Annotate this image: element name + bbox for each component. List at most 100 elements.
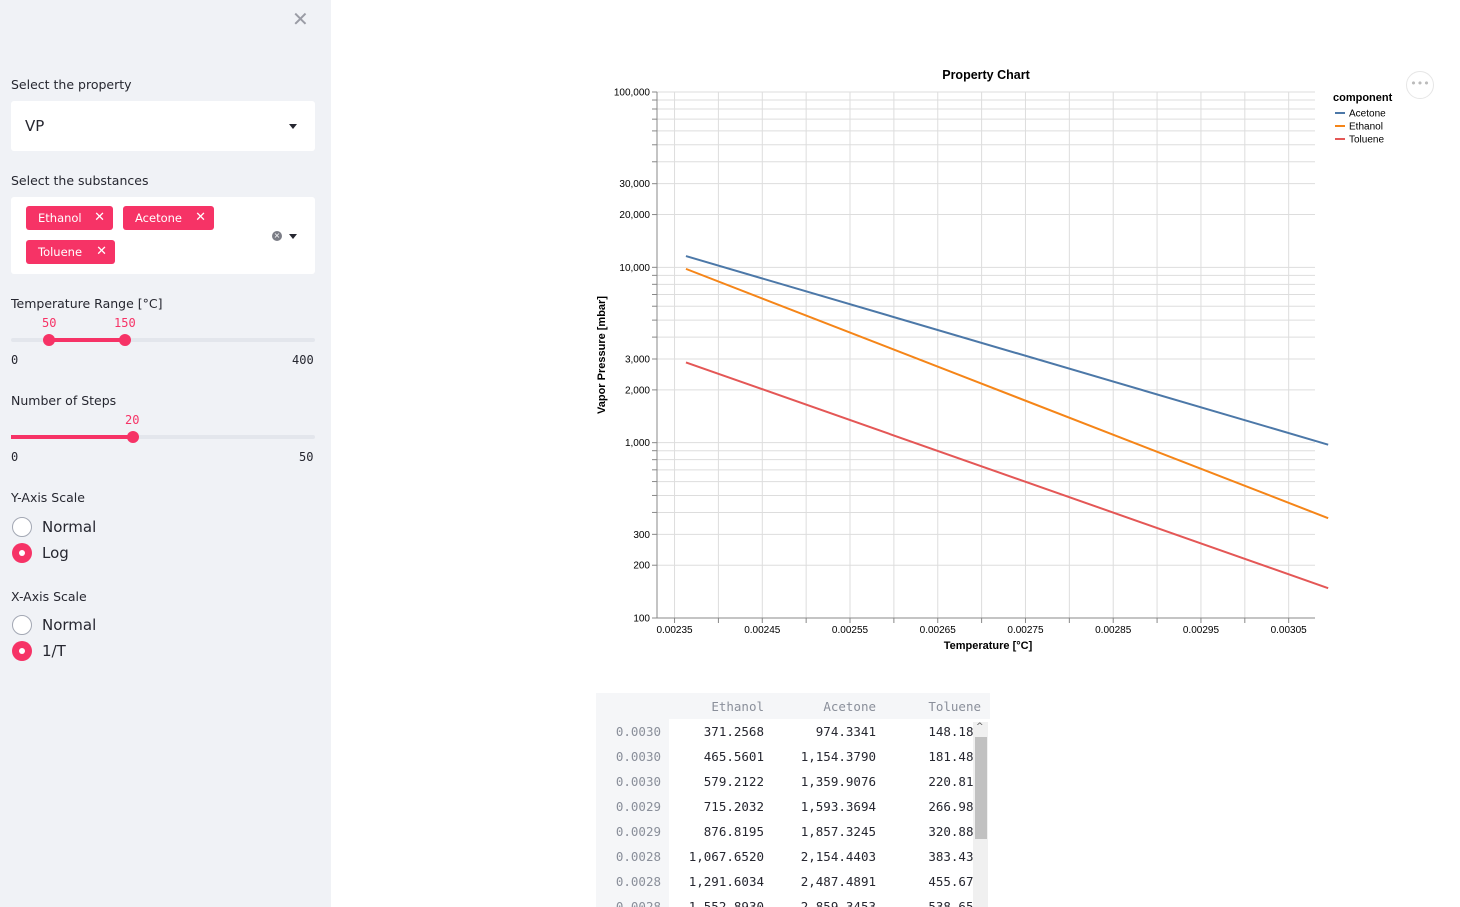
temp-high-handle[interactable] bbox=[119, 334, 131, 346]
legend-label-ethanol: Ethanol bbox=[1349, 122, 1383, 133]
xscale-normal-label[interactable]: Normal bbox=[42, 616, 96, 634]
substances-label: Select the substances bbox=[11, 173, 149, 188]
table-cell[interactable]: 715.2032 bbox=[664, 794, 764, 819]
row-index: 0.0030 bbox=[615, 749, 661, 764]
yscale-normal-radio[interactable] bbox=[12, 517, 32, 537]
y-tick-label: 300 bbox=[633, 530, 650, 541]
tag-ethanol: Ethanol ✕ bbox=[26, 206, 113, 230]
xscale-inv-label[interactable]: 1/T bbox=[42, 642, 66, 660]
column-header[interactable]: Acetone bbox=[766, 694, 876, 719]
temp-high-value: 150 bbox=[114, 316, 136, 330]
steps-value: 20 bbox=[125, 413, 140, 427]
y-tick-label: 100 bbox=[633, 614, 650, 625]
x-tick-label: 0.00275 bbox=[1007, 625, 1044, 636]
table-cell[interactable]: 2,487.4891 bbox=[766, 869, 876, 894]
temp-max: 400 bbox=[292, 353, 314, 367]
x-tick-label: 0.00265 bbox=[920, 625, 957, 636]
chart-legend: Acetone Ethanol Toluene bbox=[1335, 109, 1386, 146]
tag-label: Toluene bbox=[38, 245, 83, 259]
close-sidebar-icon[interactable]: ✕ bbox=[292, 9, 309, 29]
steps-label: Number of Steps bbox=[11, 393, 117, 408]
y-tick-label: 200 bbox=[633, 561, 650, 572]
tag-acetone: Acetone ✕ bbox=[123, 206, 214, 230]
legend-label-acetone: Acetone bbox=[1349, 109, 1386, 120]
row-index: 0.0028 bbox=[615, 874, 661, 889]
yscale-normal-label[interactable]: Normal bbox=[42, 518, 96, 536]
table-cell[interactable]: 220.817 bbox=[881, 769, 981, 794]
table-cell[interactable]: 320.882 bbox=[881, 819, 981, 844]
y-tick-label: 3,000 bbox=[625, 355, 650, 366]
table-cell[interactable]: 1,857.3245 bbox=[766, 819, 876, 844]
chart-title: Property Chart bbox=[942, 68, 1030, 82]
row-index: 0.0029 bbox=[615, 799, 661, 814]
table-cell[interactable]: 148.182 bbox=[881, 719, 981, 744]
y-tick-label: 30,000 bbox=[619, 179, 650, 190]
tag-toluene: Toluene ✕ bbox=[26, 240, 115, 264]
table-cell[interactable]: 2,859.3453 bbox=[766, 894, 876, 907]
y-tick-label: 20,000 bbox=[619, 210, 650, 221]
y-tick-label: 100,000 bbox=[614, 88, 651, 99]
legend-title: component bbox=[1333, 92, 1393, 104]
table-cell[interactable]: 465.5601 bbox=[664, 744, 764, 769]
substances-multiselect[interactable]: Ethanol ✕ Acetone ✕ Toluene ✕ bbox=[11, 197, 315, 274]
xscale-label: X-Axis Scale bbox=[11, 589, 87, 604]
x-tick-label: 0.00285 bbox=[1095, 625, 1132, 636]
chevron-down-icon bbox=[289, 124, 297, 129]
table-cell[interactable]: 1,291.6034 bbox=[664, 869, 764, 894]
x-tick-label: 0.00305 bbox=[1271, 625, 1308, 636]
row-index: 0.0029 bbox=[615, 824, 661, 839]
steps-handle[interactable] bbox=[127, 431, 139, 443]
scroll-up-icon[interactable]: ^ bbox=[976, 722, 984, 732]
series-line-toluene bbox=[685, 361, 1329, 590]
table-cell[interactable]: 1,154.3790 bbox=[766, 744, 876, 769]
table-cell[interactable]: 974.3341 bbox=[766, 719, 876, 744]
table-cell[interactable]: 876.8195 bbox=[664, 819, 764, 844]
x-tick-label: 0.00235 bbox=[656, 625, 693, 636]
table-cell[interactable]: 371.2568 bbox=[664, 719, 764, 744]
column-header[interactable]: Toluene bbox=[881, 694, 981, 719]
steps-max: 50 bbox=[299, 450, 314, 464]
temp-range-label: Temperature Range [°C] bbox=[11, 296, 163, 311]
row-index: 0.0030 bbox=[615, 724, 661, 739]
table-cell[interactable]: 579.2122 bbox=[664, 769, 764, 794]
remove-toluene-icon[interactable]: ✕ bbox=[96, 240, 107, 264]
x-axis-title: Temperature [°C] bbox=[944, 640, 1033, 652]
table-header: Ethanol Acetone Toluene bbox=[596, 693, 990, 719]
table-cell[interactable]: 1,359.9076 bbox=[766, 769, 876, 794]
chevron-down-icon[interactable] bbox=[289, 234, 297, 239]
table-cell[interactable]: 455.670 bbox=[881, 869, 981, 894]
table-cell[interactable]: 1,593.3694 bbox=[766, 794, 876, 819]
yscale-log-label[interactable]: Log bbox=[42, 544, 69, 562]
clear-all-icon[interactable]: × bbox=[272, 231, 282, 241]
yscale-label: Y-Axis Scale bbox=[11, 490, 85, 505]
table-cell[interactable]: 1,067.6520 bbox=[664, 844, 764, 869]
chart-menu-icon[interactable]: ••• bbox=[1406, 71, 1434, 99]
table-cell[interactable]: 266.989 bbox=[881, 794, 981, 819]
y-tick-label: 2,000 bbox=[625, 385, 650, 396]
steps-min: 0 bbox=[11, 450, 19, 464]
table-cell[interactable]: 383.438 bbox=[881, 844, 981, 869]
table-cell[interactable]: 181.485 bbox=[881, 744, 981, 769]
temp-min: 0 bbox=[11, 353, 19, 367]
remove-acetone-icon[interactable]: ✕ bbox=[195, 206, 206, 230]
table-scrollbar-thumb[interactable] bbox=[975, 737, 987, 839]
temp-low-handle[interactable] bbox=[43, 334, 55, 346]
y-tick-label: 1,000 bbox=[625, 438, 650, 449]
column-header[interactable]: Ethanol bbox=[664, 694, 764, 719]
table-cell[interactable]: 1,552.8930 bbox=[664, 894, 764, 907]
remove-ethanol-icon[interactable]: ✕ bbox=[94, 206, 105, 230]
row-index: 0.0030 bbox=[615, 774, 661, 789]
x-tick-label: 0.00255 bbox=[832, 625, 869, 636]
table-cell[interactable]: 2,154.4403 bbox=[766, 844, 876, 869]
yscale-log-radio[interactable] bbox=[12, 543, 32, 563]
xscale-inv-radio[interactable] bbox=[12, 641, 32, 661]
data-table[interactable]: Ethanol Acetone Toluene 0.0030 371.2568 974.… bbox=[596, 693, 990, 907]
table-cell[interactable]: 538.652 bbox=[881, 894, 981, 907]
steps-slider-fill bbox=[11, 435, 133, 439]
property-select[interactable]: VP bbox=[11, 101, 315, 151]
row-index: 0.0028 bbox=[615, 849, 661, 864]
xscale-normal-radio[interactable] bbox=[12, 615, 32, 635]
x-tick-label: 0.00245 bbox=[744, 625, 781, 636]
row-index: 0.0028 bbox=[615, 899, 661, 907]
chart-axes: 0.00235 0.00245 0.00255 0.00265 0.00275 0.002… bbox=[614, 88, 1315, 636]
